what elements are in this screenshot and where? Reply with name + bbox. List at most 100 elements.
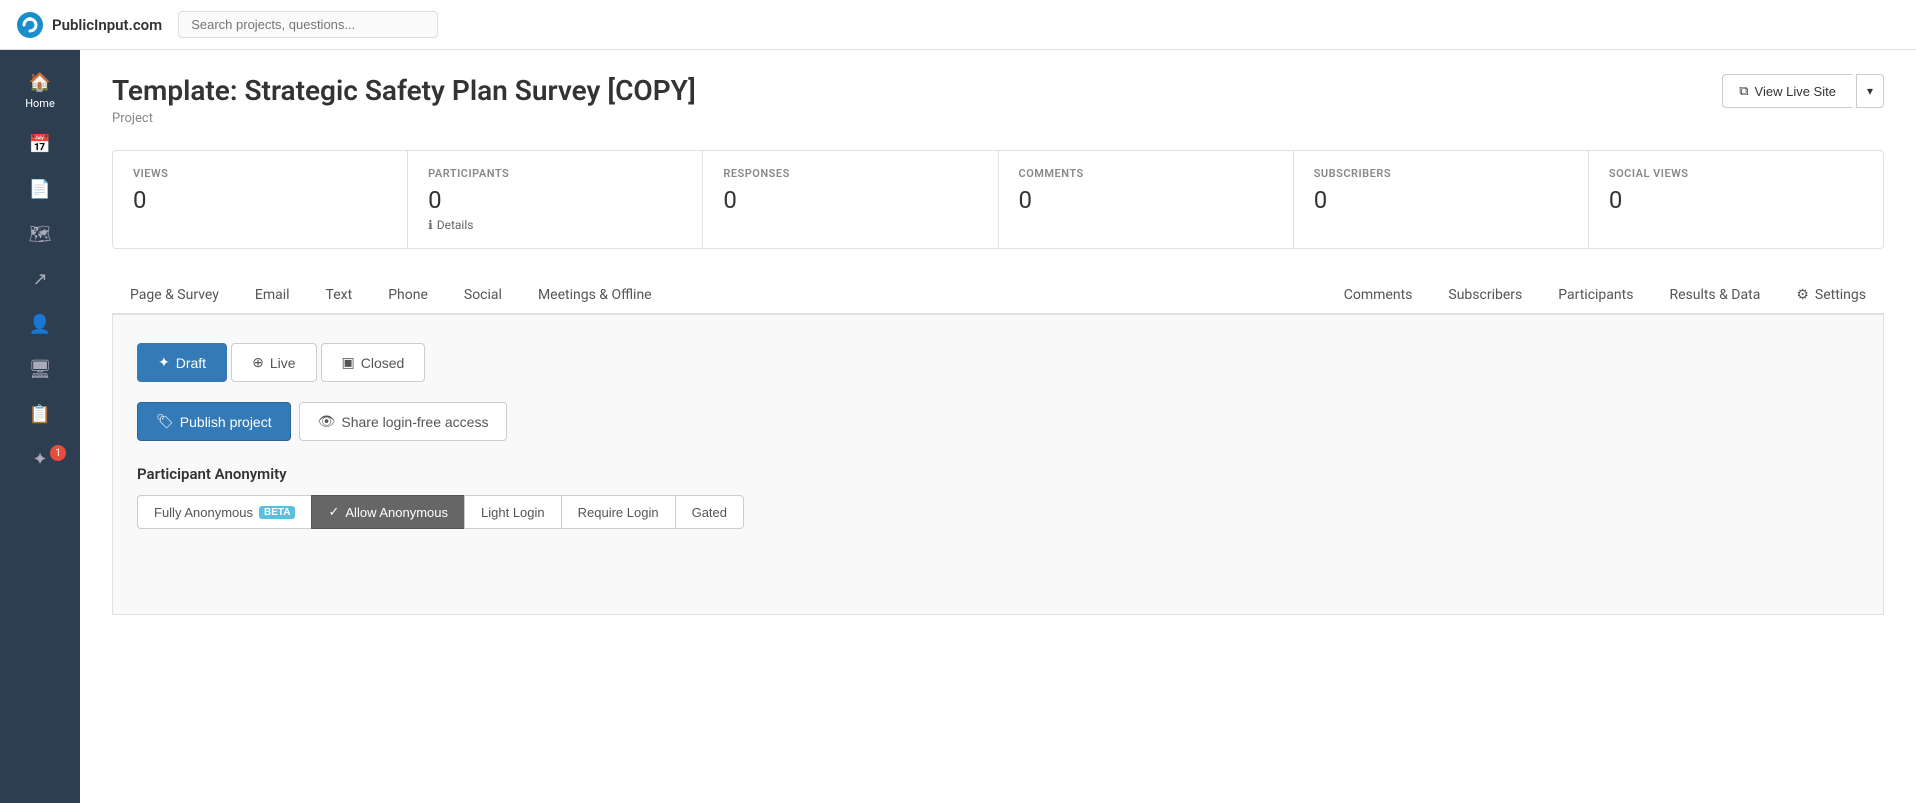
stat-responses-value: 0 [723,186,977,214]
tab-participants[interactable]: Participants [1540,277,1651,315]
status-bar: ✦ Draft ⊕ Live ▣ Closed [137,343,1859,382]
view-live-dropdown-button[interactable]: ▾ [1856,74,1884,108]
content-area: Template: Strategic Safety Plan Survey [… [80,50,1916,803]
sidebar-item-home[interactable]: 🏠 Home [0,62,80,120]
stat-views-label: VIEWS [133,167,387,180]
live-icon: ⊕ [252,354,264,371]
anon-allow-anonymous-button[interactable]: ✓ Allow Anonymous [311,495,464,529]
screen-icon: 🖥 [29,359,52,380]
stat-subscribers: SUBSCRIBERS 0 [1294,151,1589,248]
stat-comments-label: COMMENTS [1019,167,1273,180]
anon-light-login-button[interactable]: Light Login [464,495,561,529]
logo-icon [16,11,44,39]
sidebar-item-documents[interactable]: 📄 [0,169,80,210]
sidebar-badge: 1 [50,445,66,461]
topbar: PublicInput.com [0,0,1916,50]
anon-require-login-button[interactable]: Require Login [561,495,675,529]
sidebar: 🏠 Home 📅 📄 🗺 ↗ 👤 🖥 📋 ✦ 1 [0,50,80,803]
stat-social-views: SOCIAL VIEWS 0 [1589,151,1883,248]
allow-anonymous-label: Allow Anonymous [345,505,448,520]
stat-views: VIEWS 0 [113,151,408,248]
share-label: Share login-free access [341,414,488,430]
sidebar-item-share[interactable]: ↗ [0,259,80,300]
sidebar-item-calendar[interactable]: 📅 [0,124,80,165]
publish-icon: 🏷 [156,413,174,430]
stat-subscribers-value: 0 [1314,186,1568,214]
tab-bar: Page & Survey Email Text Phone Social Me… [112,277,1884,315]
page-subtitle: Project [112,111,696,126]
publish-project-button[interactable]: 🏷 Publish project [137,402,291,441]
tab-subscribers[interactable]: Subscribers [1430,277,1540,315]
draft-label: Draft [176,355,206,371]
tab-text[interactable]: Text [308,277,371,315]
sidebar-item-reports[interactable]: 📋 [0,394,80,435]
stat-participants-value: 0 [428,186,682,214]
info-icon: ℹ [428,218,433,232]
stat-participants: PARTICIPANTS 0 ℹ Details [408,151,703,248]
anonymity-options: Fully Anonymous BETA ✓ Allow Anonymous L… [137,495,1859,529]
chevron-down-icon: ▾ [1867,84,1873,98]
sidebar-item-map[interactable]: 🗺 [0,214,80,255]
publish-label: Publish project [180,414,272,430]
stat-views-value: 0 [133,186,387,214]
external-link-icon: ⧉ [1739,83,1748,99]
stat-details-link[interactable]: ℹ Details [428,218,682,232]
header-actions: ⧉ View Live Site ▾ [1722,74,1884,108]
tab-phone[interactable]: Phone [370,277,446,315]
closed-button[interactable]: ▣ Closed [321,343,426,382]
details-label: Details [437,218,474,232]
gear-icon: ⚙ [1796,287,1809,303]
report-icon: 📋 [29,404,51,425]
sidebar-item-plugins[interactable]: ✦ 1 [0,439,80,480]
stat-subscribers-label: SUBSCRIBERS [1314,167,1568,180]
share-eye-icon: 👁 [318,413,336,430]
stat-social-views-value: 0 [1609,186,1863,214]
view-live-button[interactable]: ⧉ View Live Site [1722,74,1852,108]
draft-button[interactable]: ✦ Draft [137,343,227,382]
plugin-icon: ✦ [32,449,47,470]
draft-icon: ✦ [158,354,170,371]
tab-page-survey[interactable]: Page & Survey [112,277,237,315]
anonymity-section: Participant Anonymity Fully Anonymous BE… [137,465,1859,529]
page-title-section: Template: Strategic Safety Plan Survey [… [112,74,696,126]
share-login-free-button[interactable]: 👁 Share login-free access [299,402,508,441]
sidebar-item-home-label: Home [25,97,55,110]
live-label: Live [270,355,296,371]
action-bar: 🏷 Publish project 👁 Share login-free acc… [137,402,1859,441]
tab-settings-label: Settings [1815,287,1866,303]
beta-badge: BETA [259,506,295,519]
tab-meetings-offline[interactable]: Meetings & Offline [520,277,670,315]
closed-label: Closed [361,355,405,371]
page-header: Template: Strategic Safety Plan Survey [… [112,74,1884,126]
anon-gated-button[interactable]: Gated [675,495,744,529]
sidebar-item-users[interactable]: 👤 [0,304,80,345]
fully-anonymous-label: Fully Anonymous [154,505,253,520]
calendar-icon: 📅 [29,134,51,155]
light-login-label: Light Login [481,505,545,520]
map-icon: 🗺 [29,224,52,245]
tab-settings[interactable]: ⚙ Settings [1778,277,1884,315]
main-panel: ✦ Draft ⊕ Live ▣ Closed 🏷 Publish projec… [112,315,1884,615]
anon-fully-anonymous-button[interactable]: Fully Anonymous BETA [137,495,311,529]
sidebar-item-screen[interactable]: 🖥 [0,349,80,390]
stat-responses-label: RESPONSES [723,167,977,180]
tab-divider [670,277,1326,313]
view-live-label: View Live Site [1755,84,1836,99]
stat-comments-value: 0 [1019,186,1273,214]
tab-social[interactable]: Social [446,277,520,315]
live-button[interactable]: ⊕ Live [231,343,316,382]
main-layout: 🏠 Home 📅 📄 🗺 ↗ 👤 🖥 📋 ✦ 1 [0,50,1916,803]
anonymity-title: Participant Anonymity [137,465,1859,483]
share-icon: ↗ [32,269,47,290]
tab-results-data[interactable]: Results & Data [1651,277,1778,315]
stat-comments: COMMENTS 0 [999,151,1294,248]
stats-row: VIEWS 0 PARTICIPANTS 0 ℹ Details RESPONS… [112,150,1884,249]
closed-icon: ▣ [342,354,355,371]
gated-label: Gated [692,505,727,520]
tab-comments[interactable]: Comments [1326,277,1431,315]
search-input[interactable] [178,11,438,38]
stat-responses: RESPONSES 0 [703,151,998,248]
logo-text: PublicInput.com [52,16,162,34]
tab-email[interactable]: Email [237,277,308,315]
user-icon: 👤 [29,314,51,335]
